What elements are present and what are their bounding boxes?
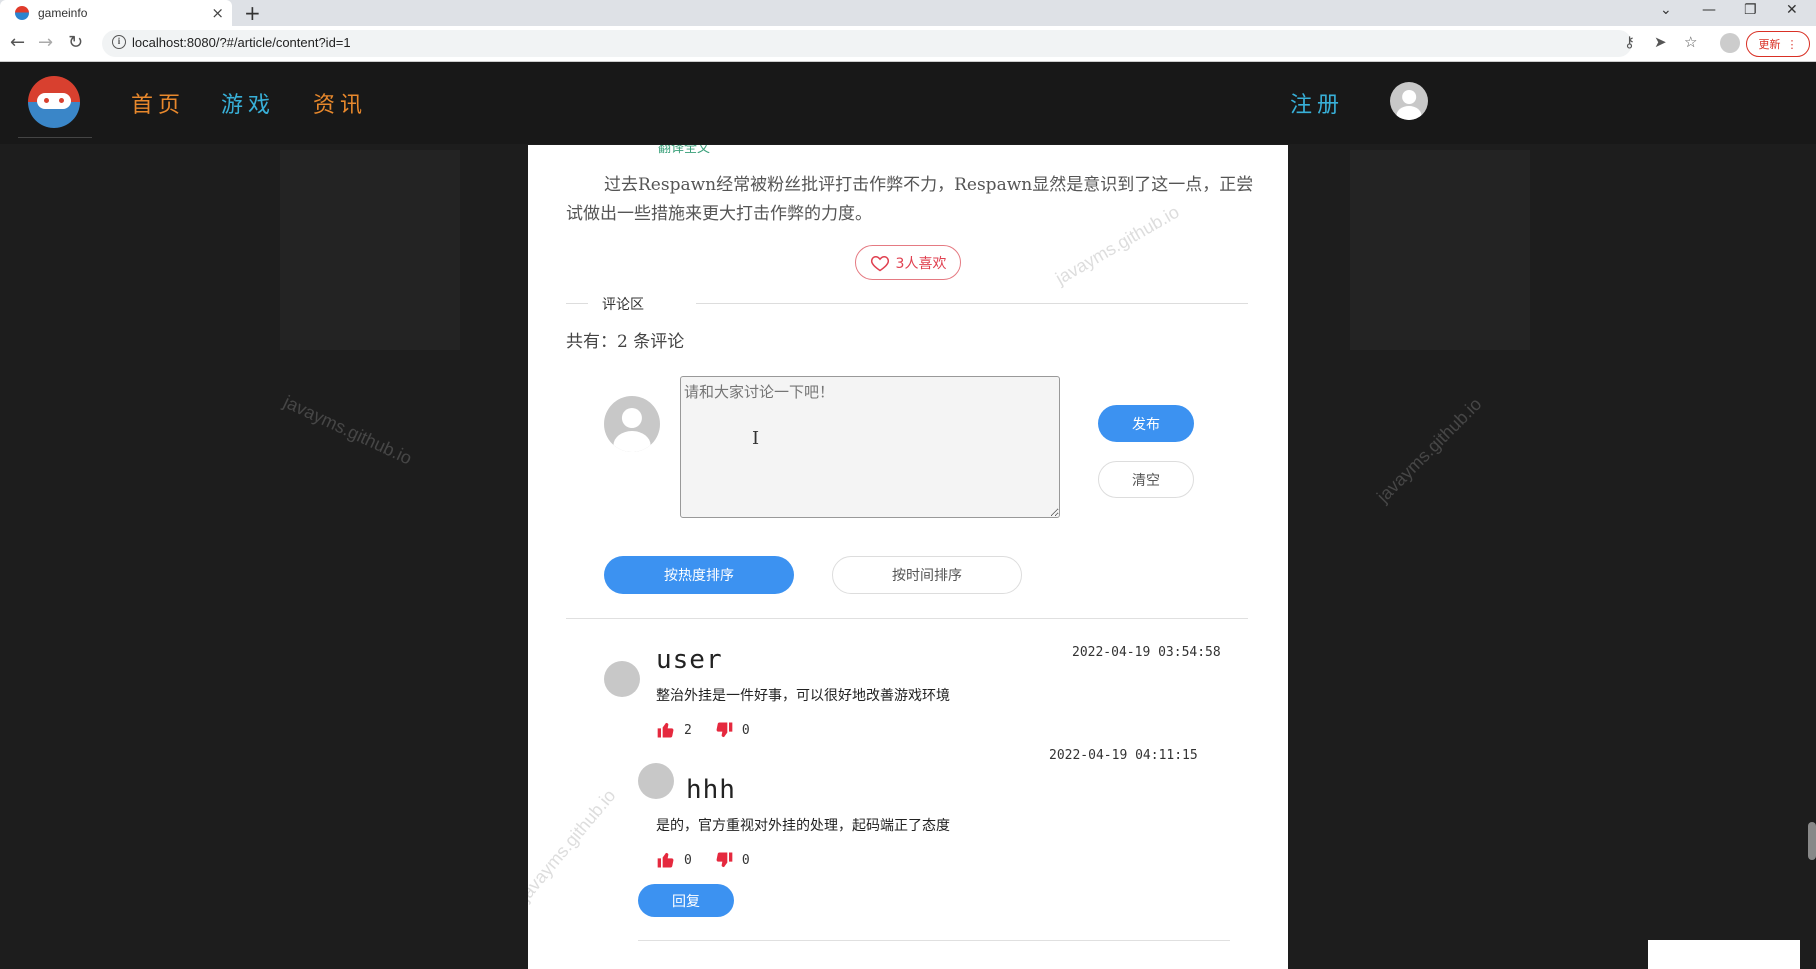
divider-line: [696, 303, 1248, 304]
comment-username: user: [656, 645, 723, 675]
site-header: 首页 游戏 资讯 注册: [0, 62, 1816, 144]
reply-timestamp: 2022-04-19 04:11:15: [1049, 748, 1198, 763]
article-card: 翻译全文 过去Respawn经常被粉丝批评打击作弊不力，Respawn显然是意识…: [528, 145, 1288, 969]
comment-section-divider: 评论区: [566, 293, 1248, 313]
avatar-body: [613, 430, 651, 452]
reply-votes: 0 0: [656, 850, 750, 870]
sort-by-popularity-button[interactable]: 按热度排序: [604, 556, 794, 594]
logo-dot: [44, 98, 49, 103]
site-logo[interactable]: [28, 76, 80, 128]
tab-search-icon[interactable]: ⌄: [1660, 2, 1672, 18]
restore-button[interactable]: ❐: [1744, 2, 1757, 18]
like-count: 0: [684, 852, 692, 868]
avatar-head: [1402, 90, 1416, 105]
logo-dot: [59, 98, 64, 103]
address-bar: ← → ↻ i localhost:8080/?#/article/conten…: [0, 26, 1816, 62]
tab-close-icon[interactable]: ×: [211, 4, 224, 22]
comment-timestamp: 2022-04-19 03:54:58: [1072, 645, 1221, 660]
clipped-heading: 翻译全文: [658, 145, 711, 156]
background-panel: [280, 150, 460, 350]
logo-underline: [18, 137, 92, 138]
site-favicon-icon: [15, 6, 29, 20]
close-window-button[interactable]: ✕: [1786, 2, 1798, 18]
url-text[interactable]: localhost:8080/?#/article/content?id=1: [132, 35, 351, 50]
nav-register-link[interactable]: 注册: [1290, 87, 1344, 119]
comment-input[interactable]: [680, 376, 1060, 518]
dislike-count: 0: [741, 722, 750, 738]
minimize-button[interactable]: —: [1702, 2, 1716, 18]
more-vert-icon: ⋮: [1786, 37, 1798, 51]
info-icon[interactable]: i: [112, 35, 126, 49]
overlay-box: [1648, 940, 1800, 969]
reply-text: 是的，官方重视对外挂的处理，起码端正了态度: [656, 818, 950, 834]
likes-count-label: 3人喜欢: [895, 255, 947, 272]
list-divider: [566, 618, 1248, 619]
forward-arrow-icon[interactable]: →: [38, 32, 53, 53]
reply-username: hhh: [686, 775, 736, 805]
reload-icon[interactable]: ↻: [68, 32, 83, 53]
gamepad-icon: [37, 93, 71, 109]
divider-line: [566, 303, 588, 304]
thumbs-up-icon[interactable]: [656, 850, 676, 870]
reply-avatar: [638, 763, 674, 799]
nav-games-link[interactable]: 游戏: [221, 87, 275, 119]
page-scrollbar[interactable]: [1808, 822, 1816, 860]
comment-count: 共有：2 条评论: [566, 332, 685, 352]
update-button[interactable]: 更新 ⋮: [1746, 31, 1810, 57]
key-icon[interactable]: ⚷: [1624, 33, 1635, 51]
list-divider: [638, 940, 1230, 941]
send-icon[interactable]: ➤: [1654, 33, 1667, 51]
thumbs-down-icon[interactable]: [714, 850, 734, 870]
user-avatar-icon[interactable]: [1390, 82, 1428, 120]
thumbs-up-icon[interactable]: [656, 720, 676, 740]
comment-text: 整治外挂是一件好事，可以很好地改善游戏环境: [656, 688, 950, 704]
avatar-head: [621, 408, 643, 429]
url-field[interactable]: i localhost:8080/?#/article/content?id=1: [102, 30, 1632, 57]
tab-title: gameinfo: [38, 6, 88, 20]
watermark: javayms.github.io: [280, 391, 416, 469]
browser-tabbar: gameinfo × + ⌄ — ❐ ✕: [0, 0, 1816, 26]
publish-button[interactable]: 发布: [1098, 405, 1194, 442]
watermark: javayms.github.io: [528, 785, 620, 905]
nav-home-link[interactable]: 首页: [131, 87, 185, 119]
clear-button[interactable]: 清空: [1098, 461, 1194, 498]
avatar-body: [1396, 105, 1422, 120]
browser-tab[interactable]: gameinfo ×: [0, 0, 232, 26]
like-count: 2: [684, 722, 692, 738]
composer-avatar-icon: [604, 396, 660, 452]
sort-by-time-button[interactable]: 按时间排序: [832, 556, 1022, 594]
update-label: 更新: [1758, 38, 1781, 51]
profile-icon[interactable]: [1720, 33, 1740, 53]
dislike-count: 0: [741, 852, 750, 868]
thumbs-down-icon[interactable]: [714, 720, 734, 740]
back-arrow-icon[interactable]: ←: [10, 32, 25, 53]
nav-news-link[interactable]: 资讯: [313, 87, 367, 119]
like-button[interactable]: 3人喜欢: [855, 245, 961, 280]
heart-icon: [870, 255, 889, 271]
watermark: javayms.github.io: [1372, 393, 1486, 507]
text-cursor-icon: I: [752, 428, 760, 449]
comment-section-label: 评论区: [602, 297, 644, 313]
star-icon[interactable]: ☆: [1684, 33, 1697, 51]
reply-button[interactable]: 回复: [638, 884, 734, 917]
comment-avatar: [604, 661, 640, 697]
new-tab-button[interactable]: +: [244, 1, 261, 25]
comment-votes: 2 0: [656, 720, 750, 740]
background-panel: [1350, 150, 1530, 350]
